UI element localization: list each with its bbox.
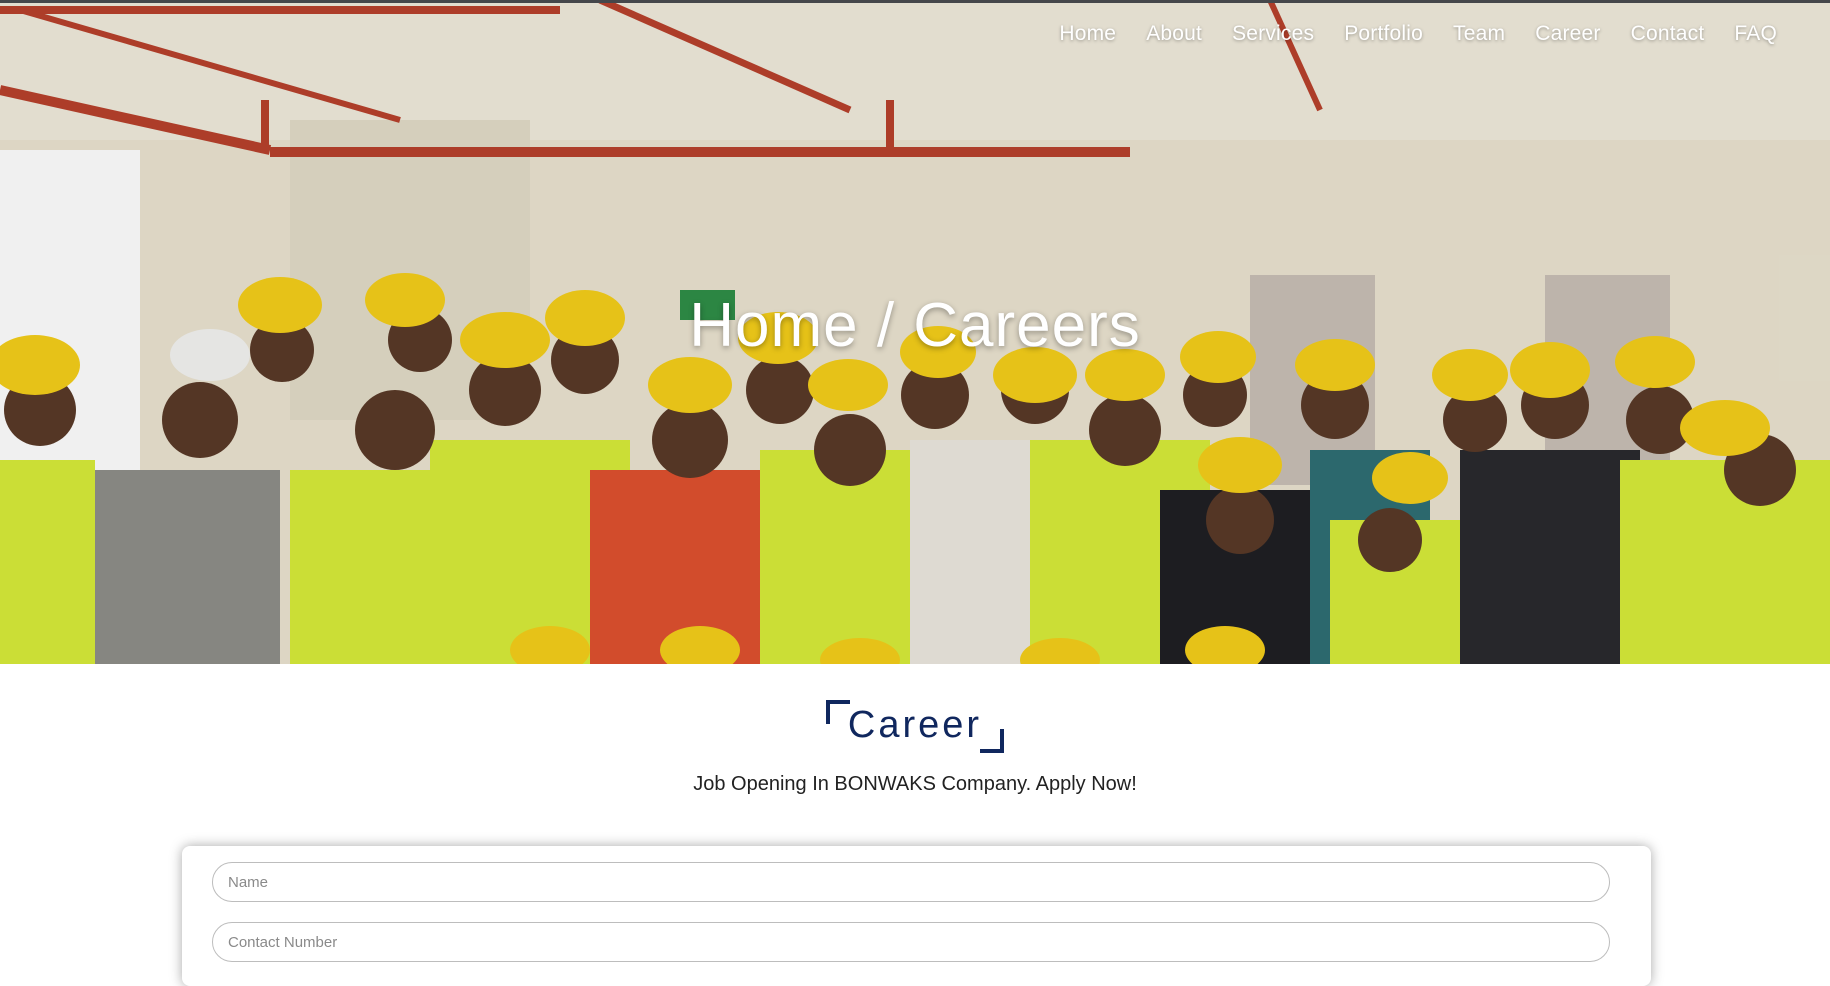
application-form: [182, 846, 1651, 986]
career-title-wrap: Career: [825, 700, 1005, 753]
nav-career[interactable]: Career: [1520, 18, 1615, 50]
name-input[interactable]: [212, 862, 1610, 902]
career-section: Career Job Opening In BONWAKS Company. A…: [0, 664, 1830, 796]
nav-services[interactable]: Services: [1217, 18, 1329, 50]
nav-about[interactable]: About: [1131, 18, 1217, 50]
section-title: Career: [847, 704, 983, 746]
nav-home[interactable]: Home: [1044, 18, 1131, 50]
section-subtitle: Job Opening In BONWAKS Company. Apply No…: [693, 773, 1137, 795]
hero-banner: Home About Services Portfolio Team Caree…: [0, 0, 1830, 664]
nav-faq[interactable]: FAQ: [1719, 18, 1792, 50]
nav-portfolio[interactable]: Portfolio: [1329, 18, 1438, 50]
bracket-top-left: [825, 700, 850, 724]
hero-breadcrumb-title: Home / Careers: [689, 291, 1141, 360]
nav-contact[interactable]: Contact: [1616, 18, 1720, 50]
main-nav: Home About Services Portfolio Team Caree…: [1044, 18, 1792, 50]
top-border: [0, 0, 1830, 3]
nav-team[interactable]: Team: [1438, 18, 1520, 50]
bracket-bottom-right: [980, 729, 1005, 753]
contact-number-input[interactable]: [212, 922, 1610, 962]
